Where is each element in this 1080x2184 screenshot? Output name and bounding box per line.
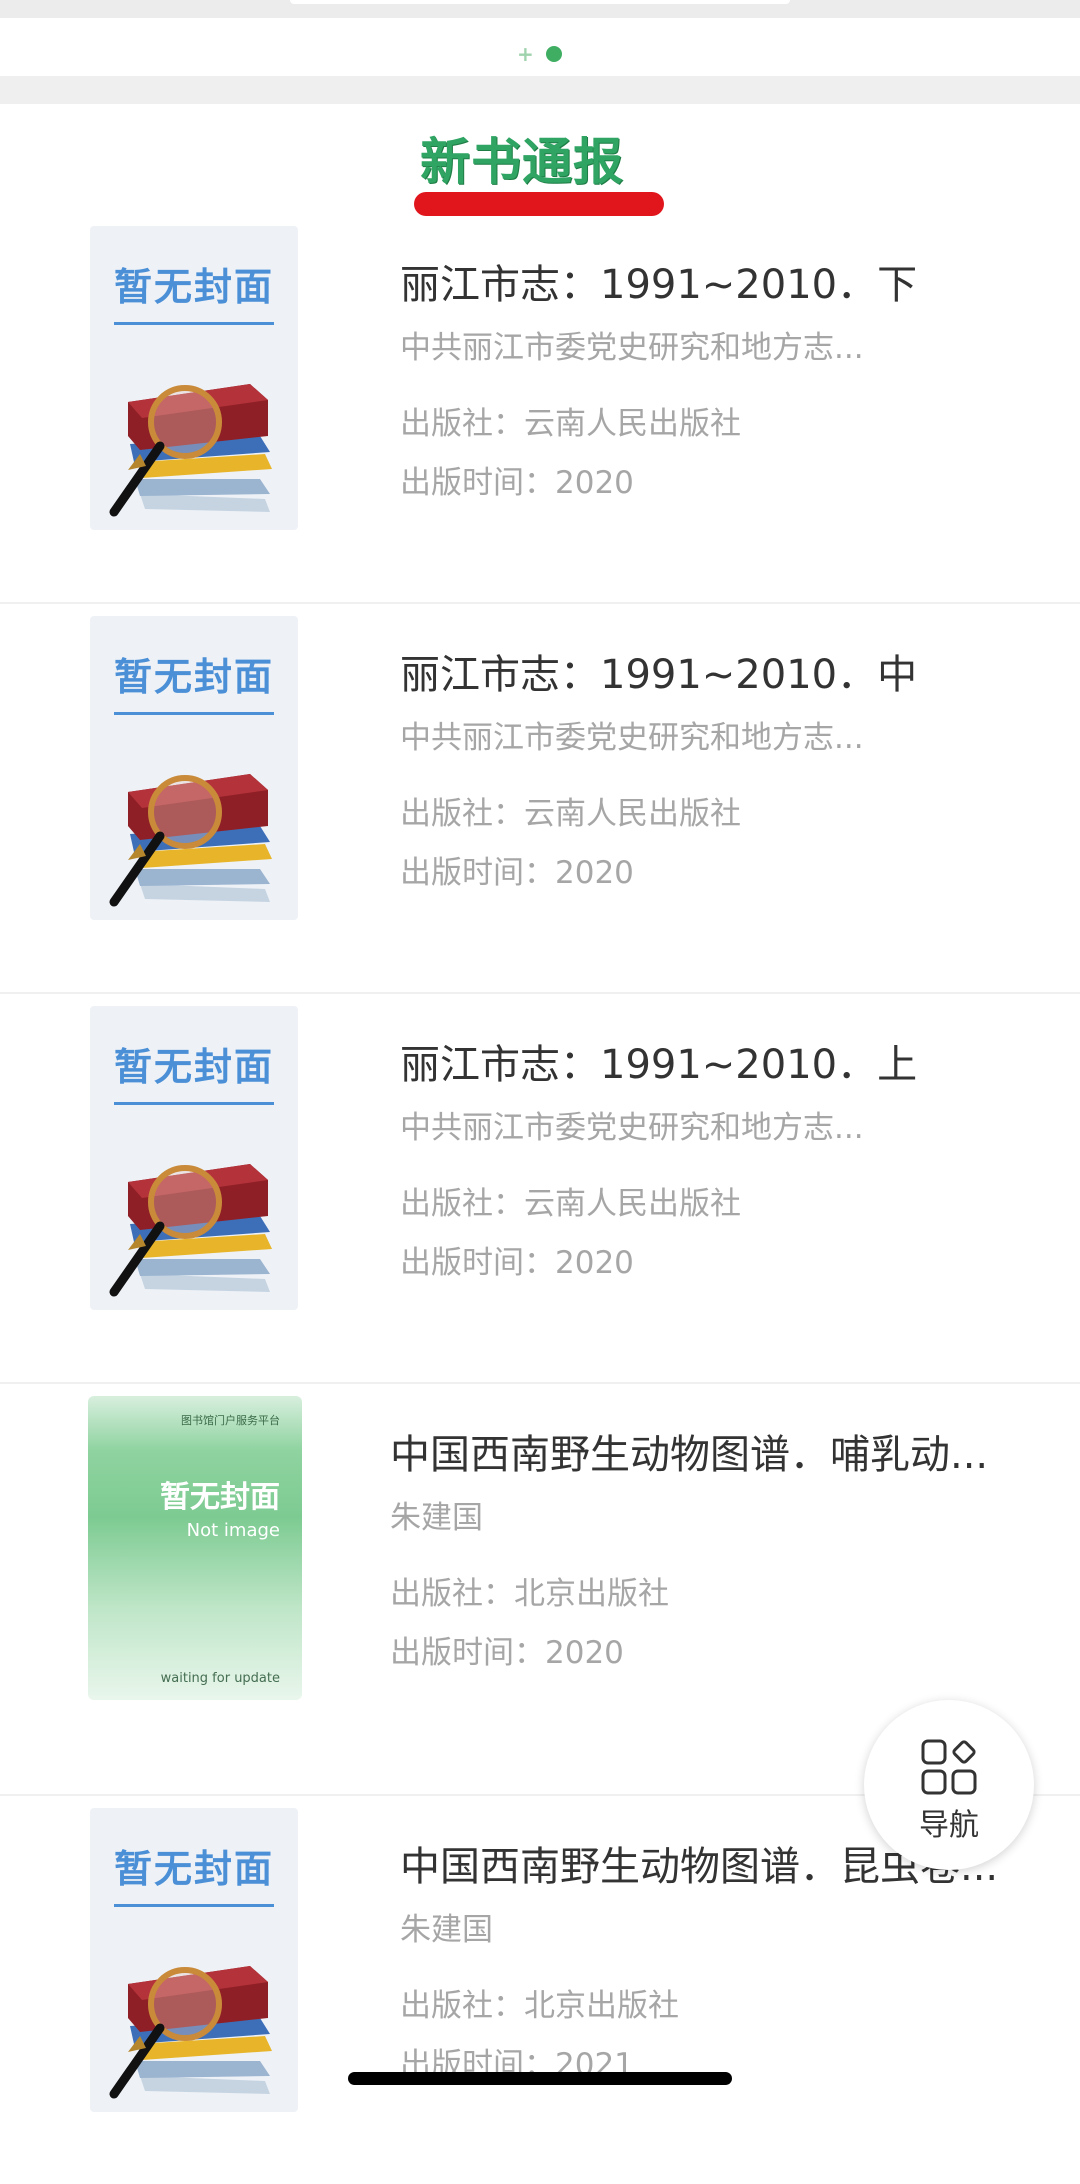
book-date: 出版时间：2020 <box>400 855 634 891</box>
cover-rule <box>114 712 274 715</box>
carousel-indicator: + <box>517 44 562 64</box>
book-title[interactable]: 中国西南野生动物图谱．哺乳动... <box>390 1422 988 1480</box>
carousel-dot-active[interactable] <box>545 46 562 62</box>
books-magnifier-icon <box>100 344 290 524</box>
title-underline <box>414 192 664 216</box>
book-author: 中共丽江市委党史研究和地方志... <box>400 720 864 756</box>
books-magnifier-icon <box>100 1926 290 2106</box>
cover-placeholder-text: 暂无封面 <box>113 265 274 309</box>
cover-waiting-text: waiting for update <box>160 1671 280 1686</box>
book-date: 出版时间：2020 <box>400 465 634 501</box>
section-divider <box>0 76 1080 104</box>
book-publisher: 出版社：云南人民出版社 <box>400 1186 741 1222</box>
search-bar-edge[interactable] <box>290 0 790 4</box>
cover-platform-text: 图书馆门户服务平台 <box>181 1414 280 1427</box>
carousel-dot-icon[interactable]: + <box>517 44 534 64</box>
book-cover: 图书馆门户服务平台 暂无封面 Not image waiting for upd… <box>88 1396 302 1700</box>
book-cover: 暂无封面 <box>90 226 298 530</box>
book-author: 中共丽江市委党史研究和地方志... <box>400 330 864 366</box>
book-author: 中共丽江市委党史研究和地方志... <box>400 1110 864 1146</box>
cover-placeholder-text: 暂无封面 <box>113 655 274 699</box>
grid-icon <box>921 1739 977 1795</box>
book-item[interactable]: 暂无封面 丽江市志：1991~2010．上 中共丽江市委党史研究和地方志... … <box>0 994 1080 1384</box>
book-cover: 暂无封面 <box>90 1006 298 1310</box>
book-cover: 暂无封面 <box>90 616 298 920</box>
books-magnifier-icon <box>100 734 290 914</box>
book-author: 朱建国 <box>400 1912 493 1948</box>
cover-placeholder-text: 暂无封面 <box>160 1480 280 1515</box>
book-publisher: 出版社：北京出版社 <box>400 1988 679 2024</box>
book-item[interactable]: 暂无封面 丽江市志：1991~2010．下 中共丽江市委党史研究和地方志... … <box>0 214 1080 604</box>
top-strip <box>0 0 1080 18</box>
book-publisher: 出版社：北京出版社 <box>390 1576 669 1612</box>
book-publisher: 出版社：云南人民出版社 <box>400 796 741 832</box>
section-title: 新书通报 <box>420 133 624 191</box>
cover-rule <box>114 322 274 325</box>
cover-not-image-text: Not image <box>186 1520 280 1541</box>
cover-rule <box>114 1102 274 1105</box>
new-books-header: 新书通报 <box>0 104 1080 228</box>
nav-button[interactable]: 导航 <box>864 1700 1034 1870</box>
books-magnifier-icon <box>100 1124 290 1304</box>
book-title[interactable]: 丽江市志：1991~2010．中 <box>400 642 917 700</box>
home-indicator <box>348 2072 732 2085</box>
book-publisher: 出版社：云南人民出版社 <box>400 406 741 442</box>
cover-placeholder-text: 暂无封面 <box>113 1847 274 1891</box>
book-title[interactable]: 丽江市志：1991~2010．上 <box>400 1032 917 1090</box>
book-cover: 暂无封面 <box>90 1808 298 2112</box>
book-date: 出版时间：2020 <box>400 1245 634 1281</box>
cover-placeholder-text: 暂无封面 <box>113 1045 274 1089</box>
book-list: 暂无封面 丽江市志：1991~2010．下 中共丽江市委党史研究和地方志... … <box>0 214 1080 2184</box>
nav-label: 导航 <box>919 1808 979 1843</box>
book-date: 出版时间：2020 <box>390 1635 624 1671</box>
cover-rule <box>114 1904 274 1907</box>
book-item[interactable]: 暂无封面 丽江市志：1991~2010．中 中共丽江市委党史研究和地方志... … <box>0 604 1080 994</box>
book-title[interactable]: 丽江市志：1991~2010．下 <box>400 252 917 310</box>
book-author: 朱建国 <box>390 1500 483 1536</box>
carousel[interactable]: + <box>0 18 1080 76</box>
